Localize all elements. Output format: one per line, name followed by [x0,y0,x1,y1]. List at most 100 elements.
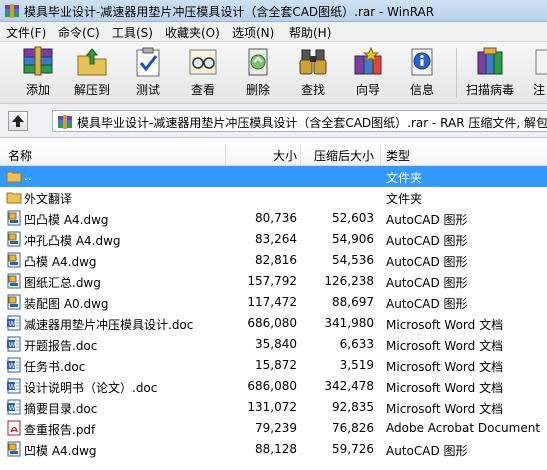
test-button[interactable]: 测试 [122,46,174,102]
column-type[interactable]: 类型 [386,147,410,164]
file-name: 任务书.doc [24,360,86,374]
delete-label: 删除 [245,83,270,97]
file-name: 凸模 A4.dwg [24,255,97,269]
path-bar: 模具毕业设计-减速器用垫片冲压模具设计（含全套CAD图纸）.rar - RAR … [0,104,547,138]
file-row[interactable]: W 任务书.doc 15,872 3,519 Microsoft Word 文档 [0,355,547,376]
up-arrow-icon [12,115,24,127]
file-row[interactable]: 凸模 A4.dwg 82,816 54,536 AutoCAD 图形 [0,250,547,271]
word-document-icon: W [7,336,21,352]
file-type: AutoCAD 图形 [386,234,468,248]
view-button[interactable]: 查看 [177,46,229,102]
file-size: 83,264 [255,232,297,246]
view-label: 查看 [190,83,215,97]
file-name: 装配图 A0.dwg [24,297,109,311]
dwg-file-icon [7,441,21,457]
dwg-file-icon [7,210,21,226]
up-one-level-button[interactable] [8,111,28,131]
file-row[interactable]: W 减速器用垫片冲压模具设计.doc 686,080 341,980 Microsoft… [0,313,547,334]
info-icon [411,48,433,76]
file-packed-size: 59,726 [332,442,374,456]
file-size: 686,080 [247,316,297,330]
extract-to-button[interactable]: 解压到 [66,46,118,102]
file-row[interactable]: W 摘要目录.doc 131,072 92,835 Microsoft Word 文档 [0,397,547,418]
folder-icon [6,171,22,183]
file-size: 131,072 [247,400,297,414]
info-button[interactable]: 信息 [396,46,448,102]
file-name: 外文翻译 [24,192,73,206]
path-field[interactable]: 模具毕业设计-减速器用垫片冲压模具设计（含全套CAD图纸）.rar - RAR … [52,110,547,132]
file-row[interactable]: 查重报告.pdf 79,239 76,826 Adobe Acrobat Docume… [0,418,547,439]
wizard-button[interactable]: 向导 [342,46,394,102]
column-packed[interactable]: 压缩后大小 [314,147,374,164]
dwg-file-icon [7,273,21,289]
file-type: Microsoft Word 文档 [386,360,504,374]
wizard-icon [354,46,382,75]
scan-virus-button[interactable]: 扫描病毒 [460,46,520,102]
column-divider [380,144,381,165]
delete-button[interactable]: 删除 [232,46,284,102]
file-row[interactable]: 装配图 A0.dwg 117,472 88,697 AutoCAD 图形 [0,292,547,313]
file-row[interactable]: W 开题报告.doc 35,840 6,633 Microsoft Word 文档 [0,334,547,355]
file-name: 冲孔凸模 A4.dwg [24,234,121,248]
file-row[interactable]: 冲孔凸模 A4.dwg 83,264 54,906 AutoCAD 图形 [0,229,547,250]
file-type: 文件夹 [386,171,423,185]
file-row[interactable]: W 设计说明书（论文）.doc 686,080 342,478 Microsoft Wo… [0,376,547,397]
word-document-icon: W [7,357,21,373]
file-list: .. 文件夹 外文翻译 文件夹 凹凸模 A4.dwg 80,736 52,603 AutoCA… [0,166,547,470]
file-row[interactable]: 图纸汇总.dwg 157,792 126,238 AutoCAD 图形 [0,271,547,292]
find-button[interactable]: 查找 [287,46,339,102]
file-size: 157,792 [247,274,297,288]
file-row[interactable]: 外文翻译 文件夹 [0,187,547,208]
window-title: 模具毕业设计-减速器用垫片冲压模具设计（含全套CAD图纸）.rar - WinR… [24,5,435,19]
file-size: 79,239 [255,421,297,435]
find-label: 查找 [300,83,325,97]
file-type: Microsoft Word 文档 [386,318,504,332]
menu-file[interactable]: 文件(F) [6,24,46,41]
file-type: 文件夹 [386,192,423,206]
dwg-file-icon [7,231,21,247]
toolbar: 添加 解压到 测试 查看 删除 查找 向导 信息 扫描病毒 注 [0,42,547,104]
file-row[interactable]: 凹模 A4.dwg 88,128 59,726 AutoCAD 图形 [0,439,547,460]
file-size: 82,816 [255,253,297,267]
menu-options[interactable]: 选项(N) [232,24,274,41]
comment-icon [535,49,547,75]
file-packed-size: 88,697 [332,295,374,309]
add-button[interactable]: 添加 [12,46,64,102]
file-packed-size: 52,603 [332,211,374,225]
file-size: 117,472 [247,295,297,309]
winrar-app-icon [5,4,19,18]
path-text: 模具毕业设计-减速器用垫片冲压模具设计（含全套CAD图纸）.rar - RAR … [77,116,547,130]
extract-to-label: 解压到 [73,83,110,97]
file-list-header: 名称 大小 压缩后大小 类型 [0,144,547,166]
file-row[interactable]: .. 文件夹 [0,166,547,187]
extract-folder-icon [77,48,107,76]
test-label: 测试 [135,83,160,97]
menu-help[interactable]: 帮助(H) [289,24,331,41]
word-document-icon: W [7,399,21,415]
file-name: 摘要目录.doc [24,402,98,416]
word-document-icon: W [7,315,21,331]
pdf-file-icon [7,420,21,436]
column-divider [225,144,226,165]
dwg-file-icon [7,252,21,268]
add-label: 添加 [25,83,50,97]
menu-commands[interactable]: 命令(C) [58,24,100,41]
menu-tools[interactable]: 工具(S) [112,24,153,41]
toolbar-separator [456,48,457,98]
column-name[interactable]: 名称 [8,147,32,164]
file-size: 88,128 [255,442,297,456]
file-packed-size: 76,826 [332,421,374,435]
file-row[interactable]: 凹凸模 A4.dwg 80,736 52,603 AutoCAD 图形 [0,208,547,229]
file-packed-size: 54,536 [332,253,374,267]
file-type: Microsoft Word 文档 [386,339,504,353]
file-packed-size: 126,238 [324,274,374,288]
title-bar: 模具毕业设计-减速器用垫片冲压模具设计（含全套CAD图纸）.rar - WinR… [0,0,547,22]
svg-text:W: W [9,320,16,328]
view-glasses-icon [189,49,217,75]
comment-button[interactable]: 注 [527,46,547,102]
file-type: AutoCAD 图形 [386,213,468,227]
word-document-icon: W [7,378,21,394]
column-size[interactable]: 大小 [273,147,297,164]
info-label: 信息 [409,83,434,97]
menu-favorites[interactable]: 收藏夹(O) [165,24,220,41]
